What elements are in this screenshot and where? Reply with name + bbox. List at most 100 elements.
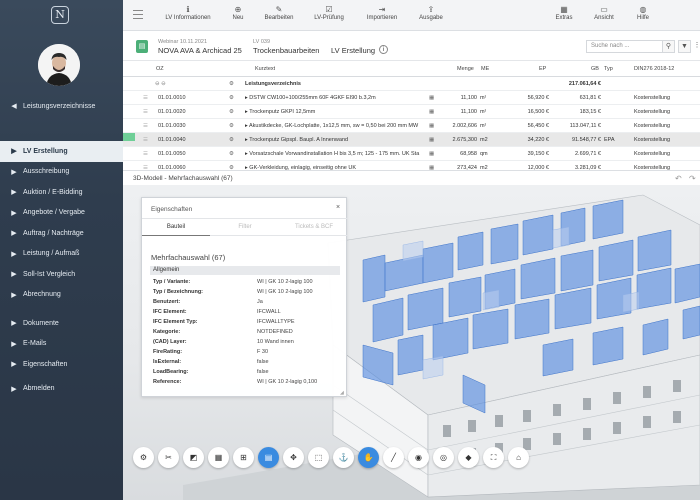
sidebar-item-label: Ausschreibung: [23, 168, 70, 176]
anchor-icon[interactable]: ⚓: [333, 447, 354, 468]
avatar[interactable]: [38, 44, 80, 86]
tab-tickets-bcf[interactable]: Tickets & BCF: [280, 219, 348, 236]
measure-icon[interactable]: ╱: [383, 447, 404, 468]
col-kurztext[interactable]: Kurztext: [255, 62, 275, 76]
chevron-right-icon: ▶: [11, 385, 17, 393]
viewer-toolbar: ⚙ ✂ ◩ ▦ ⊞ ▤ ✥ ⬚ ⚓ ✋ ╱ ◉ ◎ ◆ ⛶ ⌂: [133, 447, 533, 471]
toolbar-hilfe-button[interactable]: ◍ Hilfe: [631, 4, 655, 21]
table-row[interactable]: ☰ 01.01.0010 ⚙ ▸ DSTW CW100+100/255mm 60…: [123, 91, 700, 105]
drag-handle-icon[interactable]: ☰: [143, 105, 148, 119]
sidebar-item-dokumente[interactable]: ▶ Dokumente: [0, 313, 123, 334]
settings-icon[interactable]: ⚙: [133, 447, 154, 468]
row-gb: 631,81 €: [579, 95, 601, 101]
filter-icon[interactable]: ▼: [678, 40, 691, 53]
sidebar-item-lv-erstellung[interactable]: ▶ LV Erstellung: [0, 141, 123, 162]
move-icon[interactable]: ✥: [283, 447, 304, 468]
property-row: IsExternal: false: [153, 359, 269, 365]
sidebar-item-eigenschaften[interactable]: ▶ Eigenschaften: [0, 354, 123, 375]
info-icon[interactable]: i: [379, 45, 388, 54]
tab-bauteil[interactable]: Bauteil: [142, 219, 210, 236]
app-logo[interactable]: N: [51, 6, 69, 24]
menu-toggle-icon[interactable]: [133, 10, 143, 19]
hand-icon[interactable]: ✋: [358, 447, 379, 468]
sidebar-item-emails[interactable]: ▶ E-Mails: [0, 334, 123, 355]
tools-icon[interactable]: ✂: [158, 447, 179, 468]
more-icon[interactable]: ⋮: [693, 40, 700, 53]
sidebar-item-abrechnung[interactable]: ▶ Abrechnung: [0, 285, 123, 306]
row-marker: [123, 91, 135, 99]
col-din[interactable]: DIN276 2018-12: [634, 62, 674, 76]
sidebar-item-angebote[interactable]: ▶ Angebote / Vergabe: [0, 203, 123, 224]
gear-icon[interactable]: ⚙: [229, 147, 234, 161]
sidebar-item-abmelden[interactable]: ▶ Abmelden: [0, 379, 123, 400]
resize-handle-icon[interactable]: ◢: [340, 390, 344, 396]
row-kurztext: ▸ DSTW CW100+100/255mm 60F 4GKF EI90 b.3…: [245, 95, 376, 101]
home-icon[interactable]: ⌂: [508, 447, 529, 468]
table-row[interactable]: ☰ 01.01.0020 ⚙ ▸ Trockenputz GKPI 12,5mm…: [123, 105, 700, 119]
close-icon[interactable]: ×: [336, 204, 340, 211]
calculator-icon[interactable]: ▦: [429, 119, 434, 133]
grid-icon[interactable]: ▦: [208, 447, 229, 468]
gear-icon[interactable]: ⚙: [229, 77, 234, 91]
cube-icon[interactable]: ◆: [458, 447, 479, 468]
sidebar-item-auktion[interactable]: ▶ Auktion / E-Bidding: [0, 182, 123, 203]
drag-handle-icon[interactable]: ☰: [143, 119, 148, 133]
tab-filter[interactable]: Filter: [211, 219, 279, 236]
sidebar-item-leistungsverzeichnisse[interactable]: ◀ Leistungsverzeichnisse: [0, 96, 123, 117]
toolbar-lv-informationen-button[interactable]: ℹ LV Informationen: [163, 4, 213, 21]
group-header[interactable]: Allgemein: [150, 266, 340, 275]
chevron-right-icon: ▶: [11, 189, 17, 197]
sidebar-item-ausschreibung[interactable]: ▶ Ausschreibung: [0, 162, 123, 183]
clipboard-icon[interactable]: ▤: [258, 447, 279, 468]
gear-icon[interactable]: ⚙: [229, 105, 234, 119]
table-row[interactable]: ☰ 01.01.0030 ⚙ ▸ Akustikdecke, GK-Lochpl…: [123, 119, 700, 133]
select-box-icon[interactable]: ⬚: [308, 447, 329, 468]
gear-icon[interactable]: ⚙: [229, 133, 234, 147]
toolbar-importieren-button[interactable]: ⇥ Importieren: [364, 4, 400, 21]
search-input[interactable]: Suche nach ...: [586, 40, 664, 53]
import-icon: ⇥: [378, 5, 386, 14]
gear-icon[interactable]: ⚙: [229, 91, 234, 105]
calculator-icon[interactable]: ▦: [429, 133, 434, 147]
redo-icon[interactable]: ↷: [689, 174, 696, 183]
expand-icon[interactable]: ⊖ ⊖: [155, 77, 166, 91]
search-icon[interactable]: ⚲: [662, 40, 675, 53]
drag-handle-icon[interactable]: ☰: [143, 147, 148, 161]
table-row-title[interactable]: ⊖ ⊖ ⚙ Leistungsverzeichnis 217.061,64 €: [123, 77, 700, 91]
row-me: m²: [480, 109, 487, 115]
calculator-icon[interactable]: ▦: [429, 91, 434, 105]
gear-icon[interactable]: ⚙: [229, 119, 234, 133]
drag-handle-icon[interactable]: ☰: [143, 91, 148, 105]
sidebar-item-soll-ist[interactable]: ▶ Soll-Ist Vergleich: [0, 264, 123, 285]
toolbar-lv-pruefung-button[interactable]: ☑ LV-Prüfung: [311, 4, 347, 21]
col-typ[interactable]: Typ: [604, 62, 613, 76]
toolbar-neu-button[interactable]: ⊕ Neu: [226, 4, 250, 21]
viewer-title-bar: 3D-Modell - Mehrfachauswahl (67) ↶ ↷: [123, 170, 700, 185]
table-row[interactable]: ☰ 01.01.0050 ⚙ ▸ Vorsatzschale Vorwandin…: [123, 147, 700, 161]
property-row: IFC Element: IFCWALL: [153, 309, 281, 315]
fullscreen-icon[interactable]: ⛶: [483, 447, 504, 468]
table-row-selected[interactable]: ☰ 01.01.0040 ⚙ ▸ Trockenputz Gipspl. Bau…: [123, 133, 700, 147]
row-menge: 68,958: [460, 151, 477, 157]
col-me[interactable]: ME: [481, 62, 489, 76]
sidebar-item-label: Soll-Ist Vergleich: [23, 270, 76, 278]
row-kurztext: ▸ Vorsatzschale Vorwandinstallation H bi…: [245, 151, 420, 157]
undo-icon[interactable]: ↶: [675, 174, 682, 183]
col-gb[interactable]: GB: [591, 62, 599, 76]
col-ep[interactable]: EP: [539, 62, 546, 76]
sidebar-item-auftrag[interactable]: ▶ Auftrag / Nachträge: [0, 223, 123, 244]
tree-icon[interactable]: ⊞: [233, 447, 254, 468]
drag-handle-icon[interactable]: ☰: [143, 133, 148, 147]
globe-icon[interactable]: ◎: [433, 447, 454, 468]
calculator-icon[interactable]: ▦: [429, 147, 434, 161]
toolbar-ausgabe-button[interactable]: ⇪ Ausgabe: [416, 4, 446, 21]
sidebar-item-leistung[interactable]: ▶ Leistung / Aufmaß: [0, 244, 123, 265]
col-menge[interactable]: Menge: [457, 62, 474, 76]
toolbar-bearbeiten-button[interactable]: ✎ Bearbeiten: [261, 4, 297, 21]
calculator-icon[interactable]: ▦: [429, 105, 434, 119]
toolbar-extras-button[interactable]: ▦ Extras: [551, 4, 577, 21]
col-oz[interactable]: OZ: [156, 62, 164, 76]
eye-icon[interactable]: ◉: [408, 447, 429, 468]
toolbar-ansicht-button[interactable]: ▭ Ansicht: [590, 4, 618, 21]
section-icon[interactable]: ◩: [183, 447, 204, 468]
